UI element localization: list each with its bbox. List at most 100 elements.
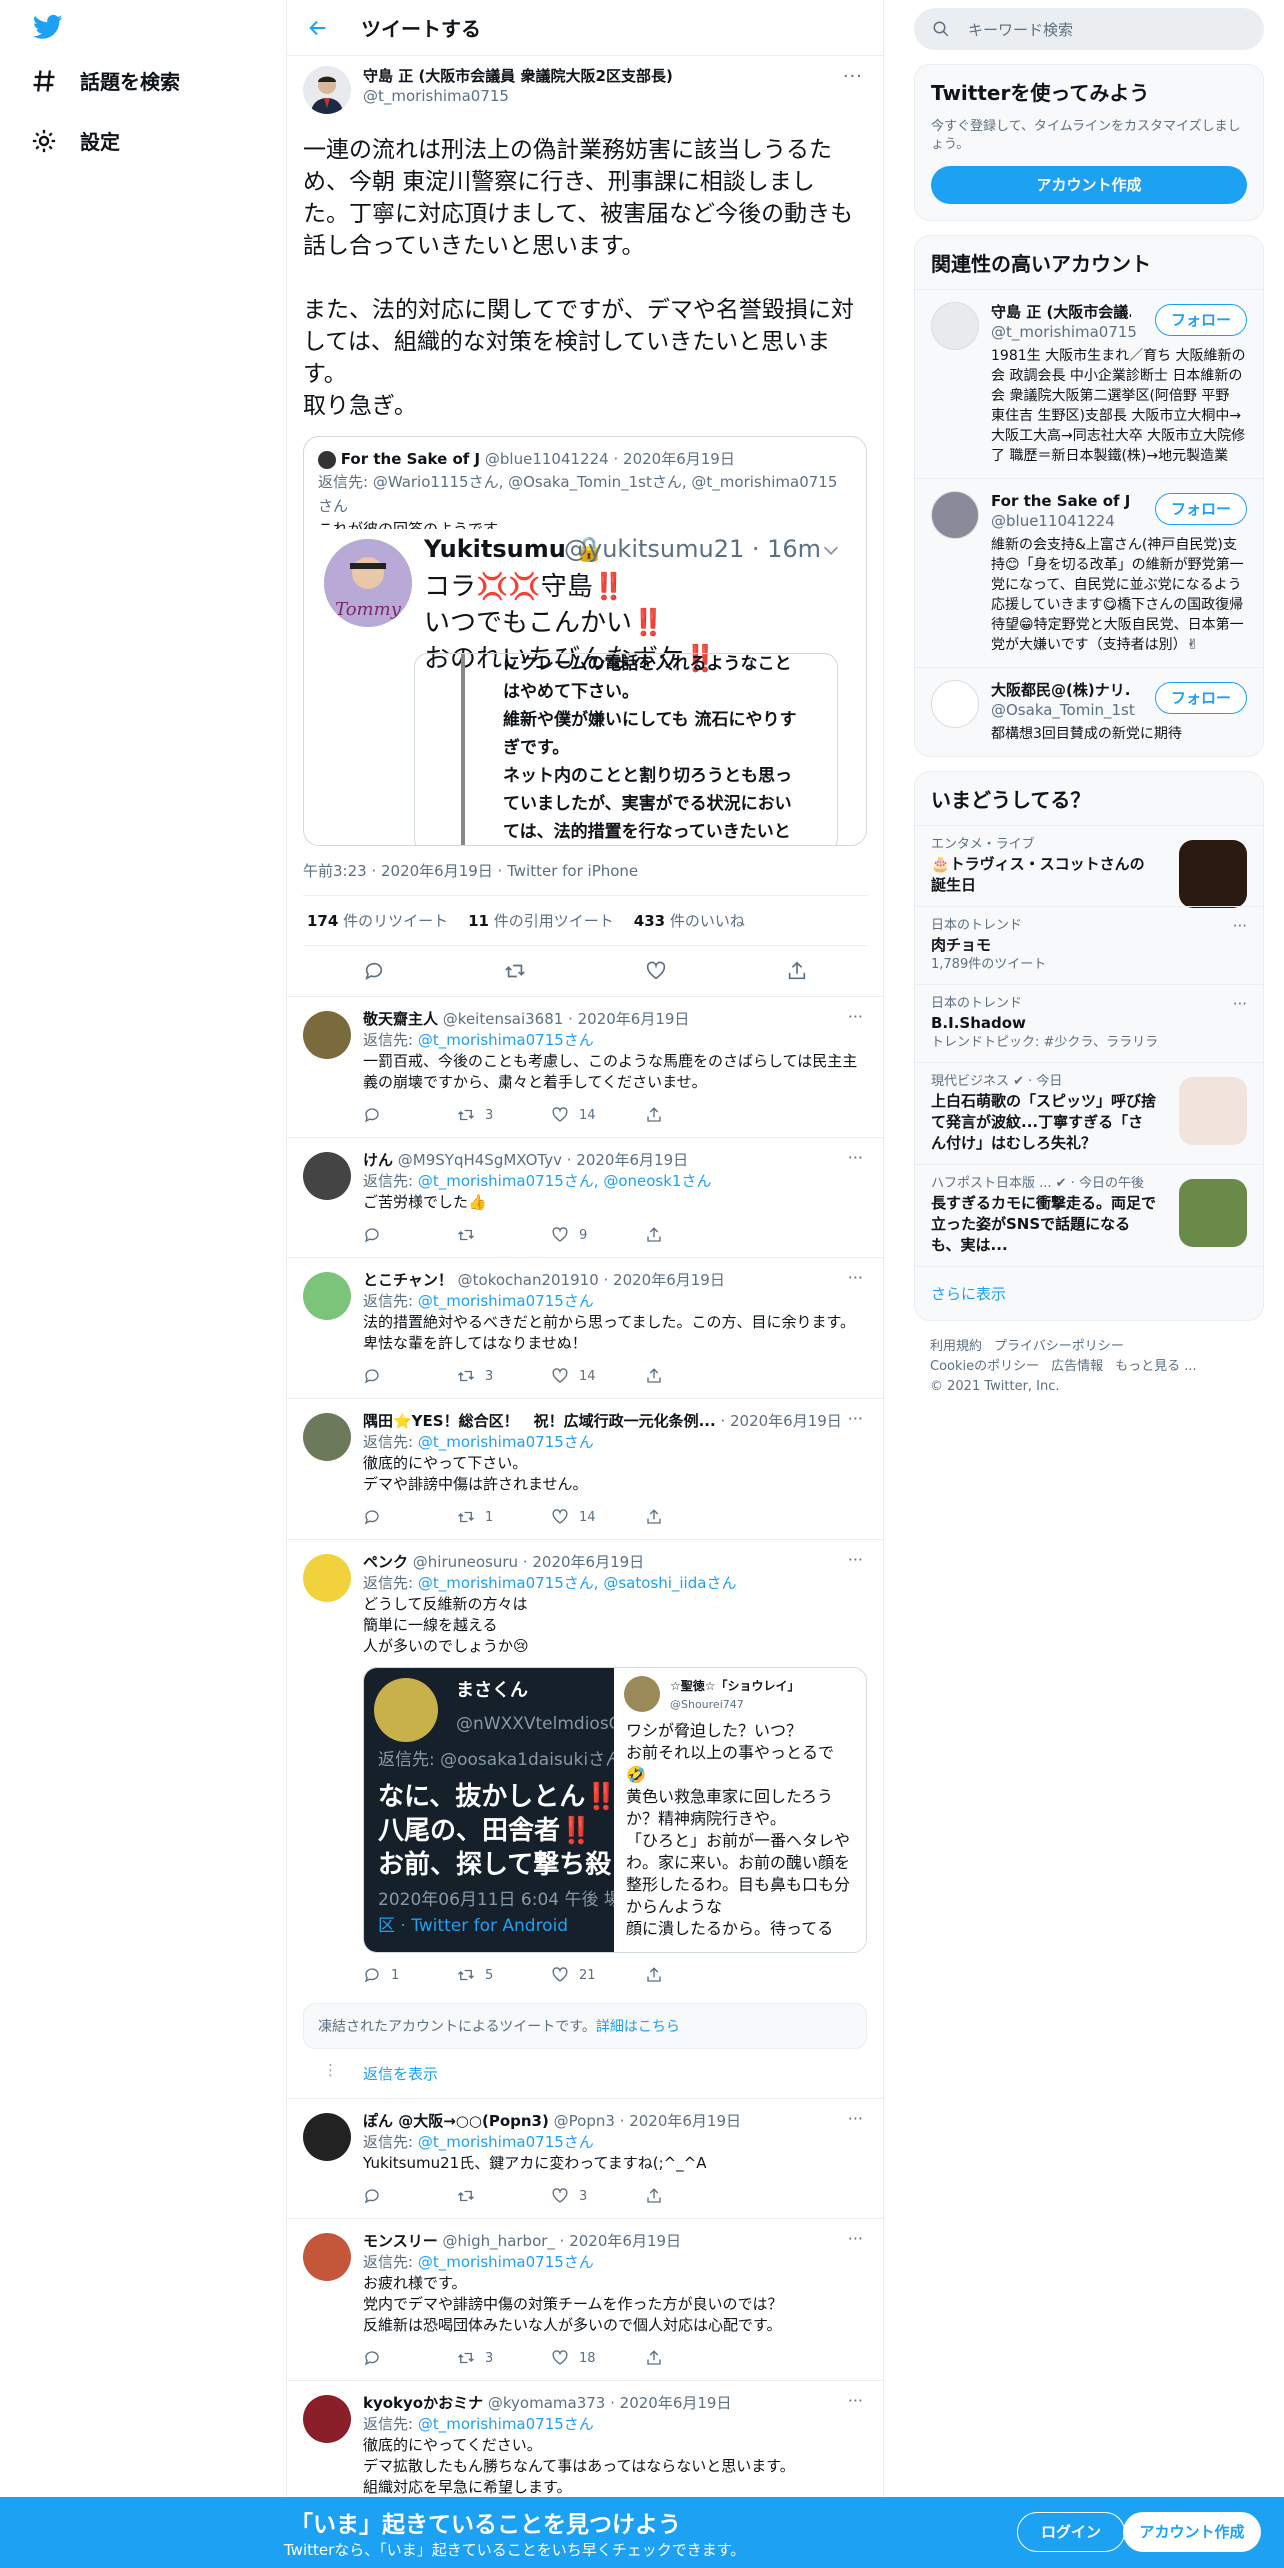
- reply-author-name[interactable]: ぽん @大阪→○○(Popn3): [363, 2112, 549, 2130]
- search-input[interactable]: キーワード検索: [968, 19, 1073, 40]
- trend-item[interactable]: 日本のトレンド 肉チョモ 1,789件のツイート ···: [915, 906, 1263, 984]
- avatar[interactable]: [303, 66, 351, 114]
- avatar[interactable]: [303, 2233, 351, 2281]
- like-button[interactable]: 14: [551, 1105, 645, 1126]
- show-more-link[interactable]: さらに表示: [915, 1266, 1263, 1320]
- banner-signup-button[interactable]: アカウント作成: [1123, 2512, 1261, 2552]
- avatar[interactable]: [303, 2113, 351, 2161]
- avatar[interactable]: [303, 1272, 351, 1320]
- share-button[interactable]: [645, 2349, 739, 2367]
- share-button[interactable]: [645, 1226, 739, 1244]
- reply-author-handle[interactable]: @tokochan201910 · 2020年6月19日: [458, 1271, 725, 1289]
- account-name[interactable]: For the Sake of J: [991, 491, 1131, 511]
- footer-link[interactable]: 利用規約: [930, 1339, 982, 1354]
- show-replies-row[interactable]: ⋮ 返信を表示: [287, 2049, 883, 2099]
- reply-icon[interactable]: [363, 960, 385, 982]
- retweet-button[interactable]: 5: [457, 1965, 551, 1986]
- reply-button[interactable]: [363, 2349, 457, 2367]
- reply-author-handle[interactable]: @kyomama373 · 2020年6月19日: [488, 2394, 732, 2412]
- twitter-logo-icon[interactable]: [30, 12, 66, 42]
- reply-author-handle[interactable]: @high_harbor_ · 2020年6月19日: [442, 2232, 681, 2250]
- show-replies-link[interactable]: 返信を表示: [363, 2065, 438, 2083]
- footer-link[interactable]: プライバシーポリシー: [994, 1339, 1124, 1354]
- avatar[interactable]: [931, 302, 979, 350]
- search-box[interactable]: キーワード検索: [914, 8, 1264, 50]
- account-item[interactable]: 大阪都民@(株)ナリ... @Osaka_Tomin_1st 都構想3回目賛成の新党…: [915, 667, 1263, 756]
- reply-to-handles[interactable]: @t_morishima0715さん: [418, 2133, 594, 2151]
- share-icon[interactable]: [786, 960, 808, 982]
- back-arrow-icon[interactable]: [307, 17, 329, 39]
- more-icon[interactable]: ···: [848, 1550, 863, 1569]
- reply-to-handles[interactable]: @t_morishima0715さん, @satoshi_iidaさん: [418, 1574, 737, 1592]
- more-icon[interactable]: ···: [1233, 917, 1247, 935]
- signup-button[interactable]: アカウント作成: [931, 166, 1247, 204]
- reply-tweet[interactable]: ··· モンスリー @high_harbor_ · 2020年6月19日 返信先: …: [287, 2219, 883, 2381]
- avatar[interactable]: [303, 1413, 351, 1461]
- share-button[interactable]: [645, 1508, 739, 1526]
- like-icon[interactable]: [645, 960, 667, 982]
- more-icon[interactable]: ···: [848, 2229, 863, 2248]
- more-icon[interactable]: ···: [848, 2391, 863, 2410]
- retweet-button[interactable]: 3: [457, 2348, 551, 2369]
- more-icon[interactable]: ···: [1233, 995, 1247, 1013]
- reply-tweet[interactable]: ··· ペンク @hiruneosuru · 2020年6月19日 返信先: @t_…: [287, 1540, 883, 1997]
- like-button[interactable]: 14: [551, 1507, 645, 1528]
- reply-author-handle[interactable]: @Popn3 · 2020年6月19日: [554, 2112, 741, 2130]
- reply-tweet[interactable]: ··· けん @M9SYqH4SgMXOTyv · 2020年6月19日 返信先: …: [287, 1138, 883, 1258]
- more-icon[interactable]: ···: [848, 1007, 863, 1026]
- frozen-link[interactable]: 詳細はこちら: [596, 2019, 680, 2035]
- trend-item[interactable]: 日本のトレンド B.I.Shadow トレンドトピック: #少クラ、ララリラ ···: [915, 984, 1263, 1062]
- quote-image[interactable]: Tommy Yukitsumu 🔒 @yukitsumu21 · 16m コラ💢…: [314, 529, 856, 845]
- more-icon[interactable]: ···: [848, 1148, 863, 1167]
- reply-tweet[interactable]: ··· とこチャン！ @tokochan201910 · 2020年6月19日 返信…: [287, 1258, 883, 1399]
- reply-to-handles[interactable]: @t_morishima0715さん: [418, 2253, 594, 2271]
- reply-author-name[interactable]: 敬天齋主人: [363, 1010, 438, 1028]
- reply-button[interactable]: [363, 2187, 457, 2205]
- author-handle[interactable]: @t_morishima0715: [363, 86, 673, 106]
- like-count[interactable]: 433 件のいいね: [634, 910, 745, 931]
- quote-count[interactable]: 11 件の引用ツイート: [468, 910, 614, 931]
- account-item[interactable]: For the Sake of J @blue11041224 維新の会支持&上富さ…: [915, 478, 1263, 667]
- account-name[interactable]: 大阪都民@(株)ナリ...: [991, 680, 1131, 700]
- tweet-meta[interactable]: 午前3:23 · 2020年6月19日 · Twitter for iPhone: [303, 846, 867, 896]
- reply-to-handles[interactable]: @t_morishima0715さん: [418, 1292, 594, 1310]
- reply-author-name[interactable]: 隅田⭐YES！総合区！ 祝！広域行政一元化条例...: [363, 1412, 716, 1430]
- share-button[interactable]: [645, 2187, 739, 2205]
- reply-author-name[interactable]: ペンク: [363, 1553, 408, 1571]
- reply-to-handles[interactable]: @t_morishima0715さん: [418, 1433, 594, 1451]
- avatar[interactable]: [303, 1554, 351, 1602]
- retweet-button[interactable]: [457, 1226, 551, 1244]
- trend-item[interactable]: ハフポスト日本版 ... ✔ · 今日の午後 長すぎるカモに衝撃走る。両足で立った…: [915, 1164, 1263, 1266]
- reply-button[interactable]: [363, 1367, 457, 1385]
- footer-link[interactable]: もっと見る ...: [1115, 1359, 1197, 1374]
- like-button[interactable]: 21: [551, 1965, 645, 1986]
- footer-link[interactable]: Cookieのポリシー: [930, 1359, 1039, 1374]
- reply-to-handles[interactable]: @t_morishima0715さん, @oneosk1さん: [418, 1172, 712, 1190]
- like-button[interactable]: 9: [551, 1225, 645, 1246]
- retweet-button[interactable]: 3: [457, 1105, 551, 1126]
- login-button[interactable]: ログイン: [1017, 2512, 1125, 2552]
- author-name[interactable]: 守島 正 (大阪市会議員 衆議院大阪2区支部長): [363, 66, 673, 86]
- nav-settings[interactable]: 設定: [30, 126, 120, 155]
- retweet-count[interactable]: 174 件のリツイート: [307, 910, 448, 931]
- reply-tweet[interactable]: ··· 隅田⭐YES！総合区！ 祝！広域行政一元化条例... · 2020年6月1…: [287, 1399, 883, 1540]
- reply-media[interactable]: まさくん @nWXXVtelmdiosO 返信先: @oosaka1daisukiさ…: [363, 1667, 867, 1953]
- reply-tweet[interactable]: ··· ぽん @大阪→○○(Popn3) @Popn3 · 2020年6月19日返…: [287, 2099, 883, 2219]
- share-button[interactable]: [645, 1966, 739, 1984]
- follow-button[interactable]: フォロー: [1155, 304, 1247, 336]
- avatar[interactable]: [931, 680, 979, 728]
- media-left-image[interactable]: まさくん @nWXXVtelmdiosO 返信先: @oosaka1daisukiさ…: [364, 1668, 622, 1952]
- retweet-button[interactable]: [457, 2187, 551, 2205]
- reply-to-handles[interactable]: @t_morishima0715さん: [418, 2415, 594, 2433]
- account-item[interactable]: 守島 正 (大阪市会議... @t_morishima0715 1981生 大阪市生…: [915, 289, 1263, 478]
- reply-button[interactable]: [363, 1508, 457, 1526]
- follow-button[interactable]: フォロー: [1155, 493, 1247, 525]
- nav-explore[interactable]: 話題を検索: [30, 66, 180, 95]
- avatar[interactable]: [303, 2395, 351, 2443]
- more-icon[interactable]: ···: [848, 1409, 863, 1428]
- reply-author-name[interactable]: モンスリー: [363, 2232, 438, 2250]
- like-button[interactable]: 14: [551, 1366, 645, 1387]
- trend-item[interactable]: 現代ビジネス ✔ · 今日 上白石萌歌の「スピッツ」呼び捨て発言が波紋...丁寧す…: [915, 1062, 1263, 1164]
- media-right-image[interactable]: ☆聖徳☆「ショウレイ」 @Shourei747 ワシが脅迫した？いつ？ お前それ以上…: [614, 1668, 866, 1952]
- quoted-tweet[interactable]: For the Sake of J @blue11041224 · 2020年6…: [303, 436, 867, 846]
